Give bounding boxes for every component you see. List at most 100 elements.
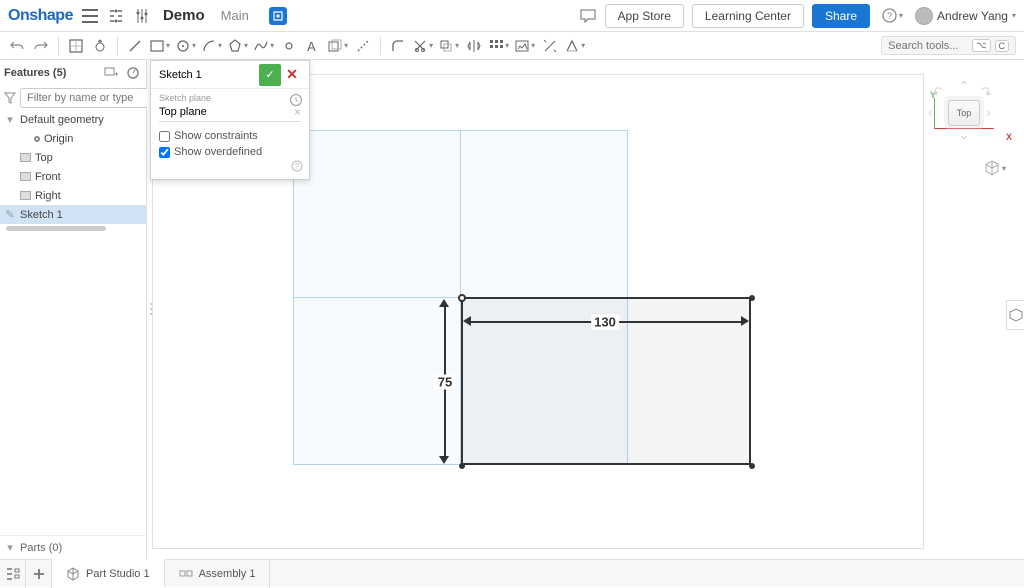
shortcut-hint: C	[995, 40, 1010, 52]
extrude-tool-icon[interactable]	[91, 37, 109, 55]
document-tabs: Part Studio 1 Assembly 1	[0, 559, 1024, 587]
rectangle-tool-dropdown[interactable]: ▾	[150, 40, 170, 52]
sketch-icon: ✎	[4, 209, 16, 221]
parts-header[interactable]: ▾ Parts (0)	[0, 535, 146, 559]
shortcut-hint: ⌥	[972, 39, 990, 52]
sketch-plane-label: Sketch plane	[159, 93, 301, 103]
onshape-logo[interactable]: Onshape	[8, 7, 73, 25]
rotate-cw-icon[interactable]: ↷	[977, 82, 996, 103]
vertex[interactable]	[459, 463, 465, 469]
default-geometry-group[interactable]: ▾ Default geometry	[0, 110, 146, 129]
text-tool-icon[interactable]: A	[304, 37, 322, 55]
document-title[interactable]: Demo	[163, 7, 205, 24]
circle-tool-dropdown[interactable]: ▾	[176, 39, 196, 53]
pattern-tool-dropdown[interactable]: ▾	[489, 39, 509, 53]
tree-config-icon[interactable]	[107, 7, 125, 25]
sketch-plane-field[interactable]: Top plane×	[159, 103, 301, 122]
redo-icon[interactable]	[32, 37, 50, 55]
part-studio-icon	[66, 567, 80, 581]
comments-icon[interactable]	[579, 7, 597, 25]
image-tool-dropdown[interactable]: ▾	[515, 40, 535, 52]
tree-item-top[interactable]: Top	[0, 148, 146, 167]
sketch-tool-icon[interactable]	[67, 37, 85, 55]
line-tool-icon[interactable]	[126, 37, 144, 55]
show-constraints-checkbox[interactable]: Show constraints	[151, 128, 309, 144]
avatar-icon	[915, 7, 933, 25]
tab-part-studio[interactable]: Part Studio 1	[52, 559, 165, 587]
add-tab-icon[interactable]	[26, 560, 52, 588]
user-menu[interactable]: Andrew Yang ▾	[915, 7, 1016, 25]
view-cube[interactable]: Y X Top ⌃ ⌄ ‹ › ↶ ↷	[924, 80, 1004, 150]
rotate-right-icon[interactable]: ›	[986, 104, 991, 120]
tab-manager-icon[interactable]	[0, 560, 26, 588]
undo-icon[interactable]	[8, 37, 26, 55]
polygon-tool-dropdown[interactable]: ▾	[228, 39, 248, 53]
plane-icon	[20, 191, 31, 200]
assembly-icon	[179, 567, 193, 581]
tree-item-origin[interactable]: Origin	[0, 129, 146, 148]
spline-tool-dropdown[interactable]: ▾	[254, 40, 274, 52]
dimension-height[interactable]: 75	[435, 375, 455, 390]
history-icon[interactable]	[289, 93, 303, 110]
checkbox[interactable]	[159, 131, 170, 142]
settings-sliders-icon[interactable]	[133, 7, 151, 25]
filter-icon[interactable]	[4, 89, 16, 107]
rotate-up-icon[interactable]: ⌃	[958, 78, 970, 95]
construction-tool-icon[interactable]	[354, 37, 372, 55]
tree-item-right[interactable]: Right	[0, 186, 146, 205]
checkbox[interactable]	[159, 147, 170, 158]
dimension-arrow	[741, 316, 749, 326]
chevron-down-icon: ▾	[4, 542, 16, 554]
share-button[interactable]: Share	[812, 4, 870, 28]
mirror-tool-icon[interactable]	[465, 37, 483, 55]
trim-tool-dropdown[interactable]: ▾	[413, 39, 433, 53]
chevron-down-icon: ▾	[4, 114, 16, 126]
use-tool-dropdown[interactable]: ▾	[328, 39, 348, 53]
scrollbar-thumb[interactable]	[6, 226, 106, 231]
svg-text:A: A	[307, 39, 316, 53]
top-bar: Onshape Demo Main App Store Learning Cen…	[0, 0, 1024, 32]
filter-row	[0, 86, 146, 110]
version-badge-icon[interactable]	[269, 7, 287, 25]
features-panel: Features (5) ▾ Default geometry Origin T…	[0, 60, 147, 559]
help-dropdown[interactable]: ? ▾	[878, 8, 907, 23]
arc-tool-dropdown[interactable]: ▾	[202, 39, 222, 53]
svg-text:?: ?	[295, 162, 300, 171]
tree-item-sketch1[interactable]: ✎ Sketch 1	[0, 205, 146, 224]
learning-center-button[interactable]: Learning Center	[692, 4, 804, 28]
search-tools-input[interactable]	[888, 40, 968, 52]
show-overdefined-checkbox[interactable]: Show overdefined	[151, 144, 309, 160]
feature-rollback-icon[interactable]	[124, 64, 142, 82]
menu-icon[interactable]	[81, 7, 99, 25]
vertex[interactable]	[749, 295, 755, 301]
tab-assembly[interactable]: Assembly 1	[165, 560, 271, 588]
canvas[interactable]: Sketch 1 ✓ ✕ Sketch plane Top plane× Sho…	[147, 60, 1024, 559]
axis-x-label: X	[1006, 132, 1012, 142]
document-branch[interactable]: Main	[221, 8, 249, 23]
app-store-button[interactable]: App Store	[605, 4, 684, 28]
constraint-tool-dropdown[interactable]: ▾	[565, 39, 585, 53]
feature-add-icon[interactable]	[102, 64, 120, 82]
right-panel-toggle[interactable]	[1006, 300, 1024, 330]
offset-tool-dropdown[interactable]: ▾	[439, 39, 459, 53]
dimension-width[interactable]: 130	[591, 315, 619, 330]
tree-item-front[interactable]: Front	[0, 167, 146, 186]
help-icon[interactable]: ?	[291, 160, 303, 175]
vertex-origin[interactable]	[458, 294, 466, 302]
view-cube-face[interactable]: Top	[948, 100, 980, 126]
features-header: Features (5)	[0, 60, 146, 86]
plane-icon	[20, 172, 31, 181]
dimension-arrow	[439, 456, 449, 464]
accept-button[interactable]: ✓	[259, 64, 281, 86]
dimension-tool-icon[interactable]	[541, 37, 559, 55]
vertex[interactable]	[749, 463, 755, 469]
view-menu[interactable]: ▾	[984, 160, 1006, 176]
axis-y-line	[934, 98, 935, 128]
rotate-down-icon[interactable]: ⌄	[958, 126, 970, 143]
search-tools[interactable]: ⌥ C	[881, 36, 1016, 55]
sketch-dialog-title: Sketch 1	[159, 69, 259, 81]
point-tool-icon[interactable]	[280, 37, 298, 55]
rotate-left-icon[interactable]: ‹	[928, 104, 933, 120]
cancel-button[interactable]: ✕	[283, 64, 301, 86]
fillet-tool-icon[interactable]	[389, 37, 407, 55]
